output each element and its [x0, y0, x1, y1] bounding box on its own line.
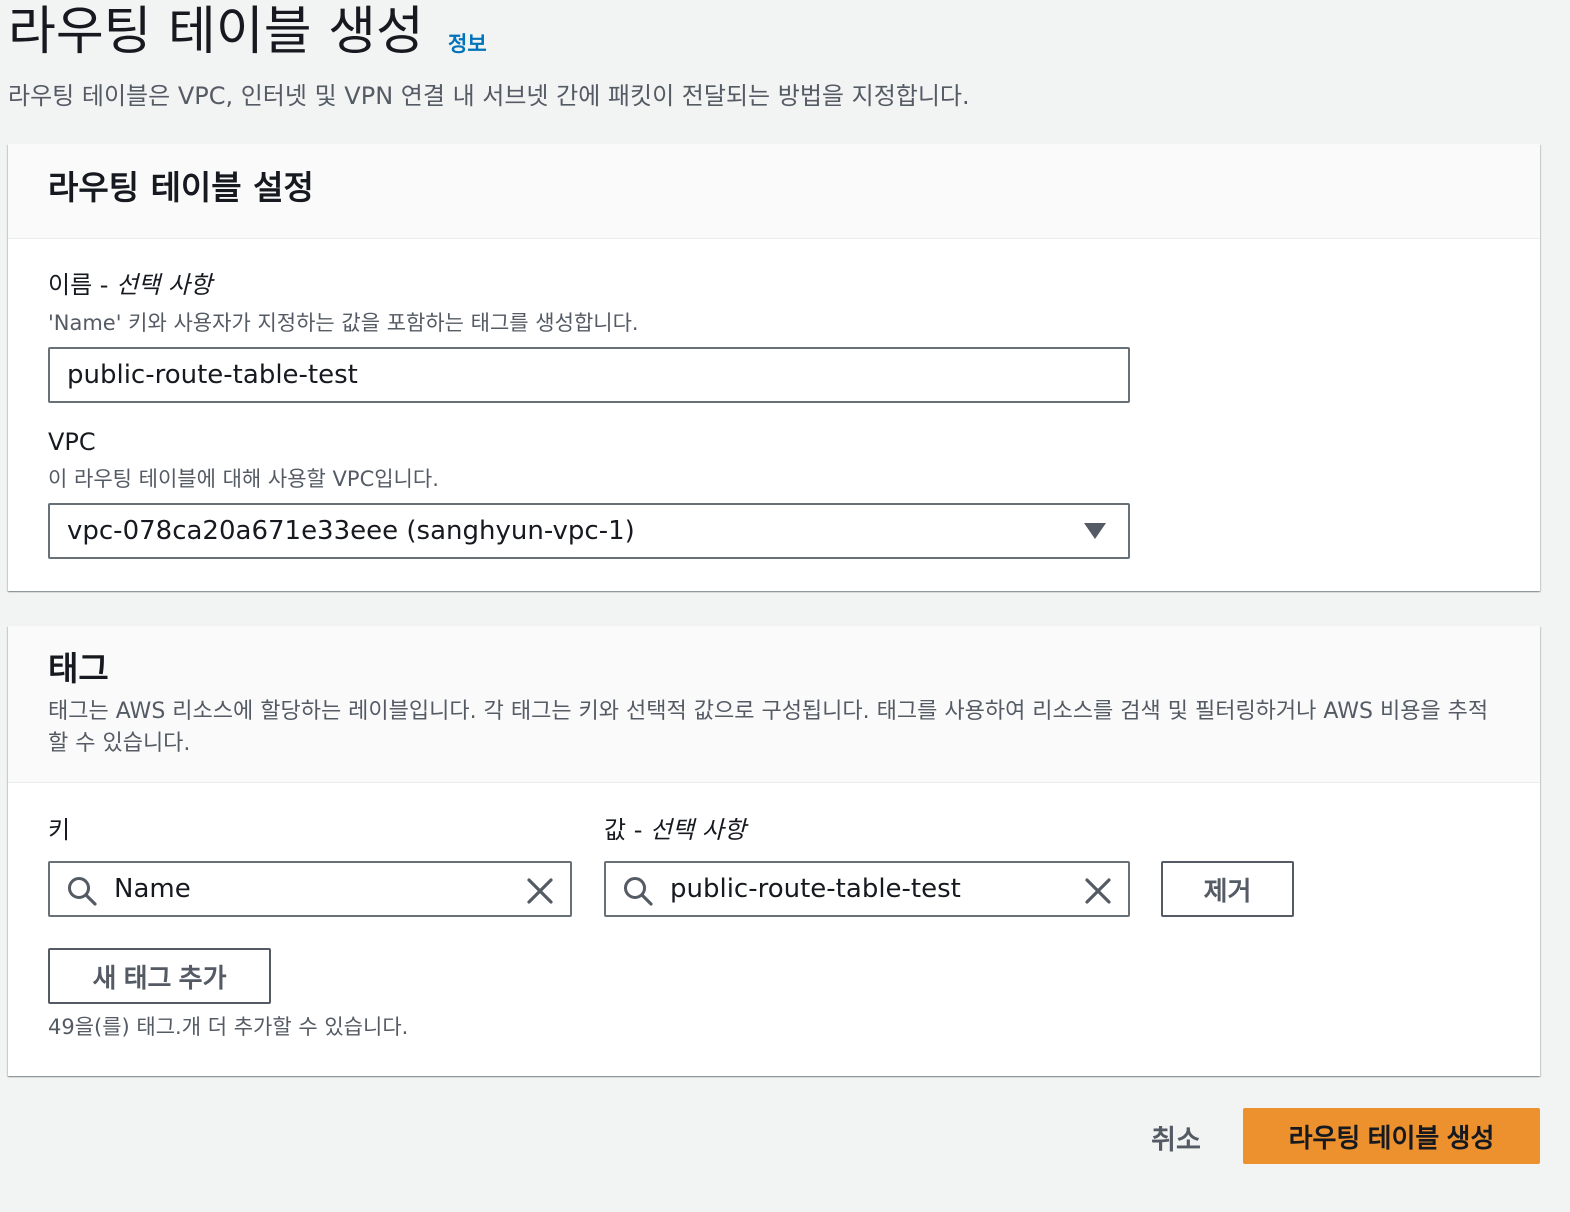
search-icon [624, 877, 653, 906]
tag-key-value: Name [114, 874, 191, 904]
settings-panel-header: 라우팅 테이블 설정 [8, 144, 1540, 239]
tag-value-label-optional: 선택 사항 [650, 816, 746, 844]
tag-key-input[interactable]: Name [48, 861, 572, 917]
tag-key-label: 키 [48, 816, 71, 844]
tags-panel: 태그 태그는 AWS 리소스에 할당하는 레이블입니다. 각 태그는 키와 선택… [8, 626, 1540, 1076]
caret-down-icon [1084, 523, 1106, 539]
tags-panel-header: 태그 태그는 AWS 리소스에 할당하는 레이블입니다. 각 태그는 키와 선택… [8, 626, 1540, 783]
vpc-select[interactable]: vpc-078ca20a671e33eee (sanghyun-vpc-1) [48, 503, 1130, 559]
tag-value-value: public-route-table-test [670, 874, 961, 904]
name-input-value: public-route-table-test [67, 360, 358, 390]
settings-panel-title: 라우팅 테이블 설정 [48, 168, 314, 207]
name-label-text: 이름 - [48, 271, 117, 299]
search-icon [68, 877, 97, 906]
vpc-field-label: VPC [48, 428, 96, 456]
remove-tag-button[interactable]: 제거 [1161, 861, 1294, 917]
name-input[interactable]: public-route-table-test [48, 347, 1130, 403]
page-title: 라우팅 테이블 생성 [8, 2, 424, 62]
tag-value-label-text: 값 - [604, 816, 650, 844]
vpc-field-description: 이 라우팅 테이블에 대해 사용할 VPC입니다. [48, 467, 439, 491]
vpc-select-value: vpc-078ca20a671e33eee (sanghyun-vpc-1) [67, 516, 635, 546]
create-route-table-button[interactable]: 라우팅 테이블 생성 [1243, 1108, 1540, 1164]
name-label-optional: 선택 사항 [116, 271, 213, 299]
name-field-label: 이름 - 선택 사항 [48, 269, 212, 301]
page-description: 라우팅 테이블은 VPC, 인터넷 및 VPN 연결 내 서브넷 간에 패킷이 … [8, 82, 970, 110]
info-link[interactable]: 정보 [448, 31, 487, 57]
route-table-settings-panel: 라우팅 테이블 설정 이름 - 선택 사항 'Name' 키와 사용자가 지정하… [8, 144, 1540, 591]
tag-limit-text: 49을(를) 태그.개 더 추가할 수 있습니다. [48, 1015, 409, 1039]
clear-key-icon[interactable] [524, 875, 556, 907]
name-field-description: 'Name' 키와 사용자가 지정하는 값을 포함하는 태그를 생성합니다. [48, 311, 639, 335]
clear-value-icon[interactable] [1082, 875, 1114, 907]
tag-value-label: 값 - 선택 사항 [604, 814, 746, 846]
add-tag-button[interactable]: 새 태그 추가 [48, 948, 271, 1004]
tag-value-input[interactable]: public-route-table-test [604, 861, 1130, 917]
tags-panel-description: 태그는 AWS 리소스에 할당하는 레이블입니다. 각 태그는 키와 선택적 값… [48, 699, 1489, 756]
cancel-button[interactable]: 취소 [1132, 1110, 1220, 1164]
tags-panel-title: 태그 [48, 649, 109, 688]
